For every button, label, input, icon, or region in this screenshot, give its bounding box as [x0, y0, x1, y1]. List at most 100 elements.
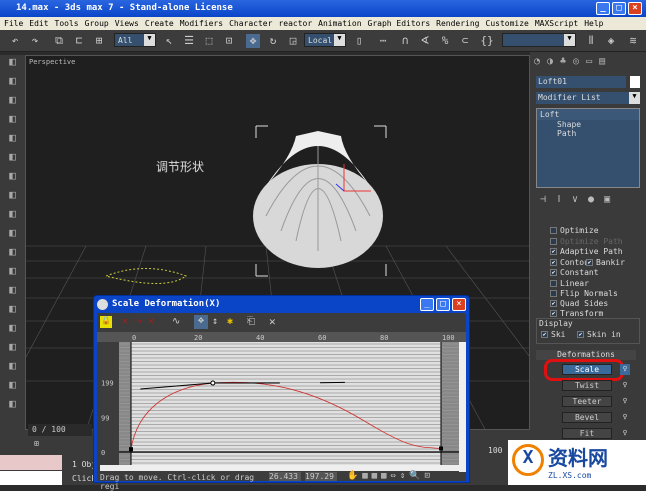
ringwave-icon[interactable]: ◧	[0, 359, 25, 378]
region-select-icon[interactable]: ⬚	[202, 34, 216, 48]
menu-modifiers[interactable]: Modifiers	[180, 19, 223, 28]
skin-checkbox[interactable]: ✔Ski	[541, 330, 565, 339]
dialog-maximize-button[interactable]: □	[436, 298, 450, 311]
menu-views[interactable]: Views	[115, 19, 139, 28]
link-icon[interactable]: ⧉	[52, 34, 66, 48]
deformation-fit-button[interactable]: Fit	[562, 428, 612, 439]
oiltank-icon[interactable]: ◧	[0, 321, 25, 340]
frame-spinner[interactable]: 100	[488, 446, 502, 455]
keyboard-shortcut-icon[interactable]: ⋯	[376, 34, 390, 48]
option-checkbox[interactable]: ✔Transform	[550, 309, 603, 318]
stack-item-loft[interactable]: Loft	[537, 109, 639, 120]
cylinder-icon[interactable]: ◧	[0, 74, 25, 93]
cone-icon[interactable]: ◧	[0, 150, 25, 169]
key-icon[interactable]: ⊞	[34, 439, 39, 448]
move-control-point-icon[interactable]: ✥	[194, 315, 208, 329]
toggle-fit-bulb-icon[interactable]: ♀	[620, 428, 630, 439]
deformation-graph[interactable]: 020406080100199990	[97, 332, 466, 472]
pivot-center-icon[interactable]: ▯	[352, 34, 366, 48]
teapot-icon[interactable]: ◧	[0, 264, 25, 283]
toggle-teeter-bulb-icon[interactable]: ♀	[620, 396, 630, 407]
toggle-scale-bulb-icon[interactable]: ♀	[620, 364, 630, 375]
torus-icon[interactable]: ◧	[0, 131, 25, 150]
menu-character[interactable]: Character	[229, 19, 272, 28]
chamfer-icon[interactable]: ◧	[0, 340, 25, 359]
reset-curve-icon[interactable]: ⎗	[247, 316, 255, 327]
menu-reactor[interactable]: reactor	[278, 19, 312, 28]
menu-edit[interactable]: Edit	[29, 19, 48, 28]
view-nav-icons[interactable]: ✋▦▦▦⇔⇕🔍⊡	[347, 471, 434, 481]
menu-animation[interactable]: Animation	[318, 19, 361, 28]
menu-file[interactable]: File	[4, 19, 23, 28]
tube-icon[interactable]: ◧	[0, 169, 25, 188]
option-checkbox[interactable]: ✔Constant	[550, 268, 599, 277]
menu-group[interactable]: Group	[85, 19, 109, 28]
gengon-icon[interactable]: ◧	[0, 283, 25, 302]
modifier-list-dropdown[interactable]: Modifier List▼	[536, 92, 640, 104]
option-checkbox[interactable]: Optimize Path	[550, 237, 623, 246]
select-icon[interactable]: ↖	[162, 34, 176, 48]
prism-icon[interactable]: ◧	[0, 226, 25, 245]
angle-snap-icon[interactable]: ∢	[418, 34, 432, 48]
layer-icon[interactable]: ≋	[626, 34, 640, 48]
option-checkbox[interactable]: ✔Contou	[550, 258, 589, 267]
select-by-name-icon[interactable]: ☰	[182, 34, 196, 48]
maximize-button[interactable]: □	[612, 2, 626, 15]
snap-toggle-icon[interactable]: ∩	[398, 34, 412, 48]
menu-rendering[interactable]: Rendering	[436, 19, 479, 28]
redo-icon[interactable]: ↷	[28, 34, 42, 48]
mirror-icon[interactable]: ⫴	[584, 34, 598, 48]
make-symmetrical-icon[interactable]: ∿	[172, 316, 180, 327]
stack-item-path[interactable]: Path	[537, 129, 639, 138]
option-checkbox[interactable]: Flip Normals	[550, 289, 618, 298]
menu-create[interactable]: Create	[145, 19, 174, 28]
deformation-scale-button[interactable]: Scale	[562, 364, 612, 375]
edit-named-selection-icon[interactable]: {}	[480, 34, 494, 48]
option-checkbox[interactable]: Linear	[550, 279, 589, 288]
maxscript-input[interactable]	[0, 471, 62, 485]
menu-graph-editors[interactable]: Graph Editors	[368, 19, 431, 28]
minimize-button[interactable]: _	[596, 2, 610, 15]
plane-icon[interactable]: ◧	[0, 207, 25, 226]
menu-help[interactable]: Help	[584, 19, 603, 28]
insert-corner-point-icon[interactable]: ✱	[227, 316, 233, 327]
pyramid-icon[interactable]: ◧	[0, 188, 25, 207]
panel-tabs[interactable]: ◔◑♣◎▭▤	[534, 56, 612, 67]
dialog-minimize-button[interactable]: _	[420, 298, 434, 311]
skin-in-shaded-checkbox[interactable]: ✔Skin in	[577, 330, 621, 339]
hose-icon[interactable]: ◧	[0, 378, 25, 397]
object-name-field[interactable]: Loft01	[536, 76, 626, 88]
curve-tools-icons[interactable]: ✕ ⤳ ✕	[122, 316, 154, 327]
bind-space-warp-icon[interactable]: ⊞	[92, 34, 106, 48]
toggle-bevel-bulb-icon[interactable]: ♀	[620, 412, 630, 423]
sphere-icon[interactable]: ◧	[0, 112, 25, 131]
move-icon[interactable]: ✥	[246, 34, 260, 48]
spinner-snap-icon[interactable]: ⊂	[458, 34, 472, 48]
hedra-icon[interactable]: ◧	[0, 245, 25, 264]
stack-item-shape[interactable]: Shape	[537, 120, 639, 129]
align-icon[interactable]: ◈	[604, 34, 618, 48]
delete-control-point-icon[interactable]: ✕	[269, 315, 276, 328]
spindle-icon[interactable]: ◧	[0, 302, 25, 321]
named-selection-dropdown[interactable]: ▼	[502, 33, 576, 47]
dialog-close-button[interactable]: ×	[452, 298, 466, 311]
capsule-icon[interactable]: ◧	[0, 93, 25, 112]
menu-tools[interactable]: Tools	[55, 19, 79, 28]
toggle-twist-bulb-icon[interactable]: ♀	[620, 380, 630, 391]
option-checkbox[interactable]: ✔Bankir	[586, 258, 625, 267]
option-checkbox[interactable]: Optimize	[550, 226, 599, 235]
object-color-swatch[interactable]	[630, 76, 640, 88]
unlink-icon[interactable]: ⊏	[72, 34, 86, 48]
lock-aspect-icon[interactable]: 🔒	[100, 316, 112, 328]
stack-tools[interactable]: ⊣ǀ∨●▣	[540, 194, 620, 205]
scale-icon[interactable]: ◲	[286, 34, 300, 48]
close-button[interactable]: ×	[628, 2, 642, 15]
box-icon[interactable]: ◧	[0, 55, 25, 74]
deformation-teeter-button[interactable]: Teeter	[562, 396, 612, 407]
maxscript-listener[interactable]	[0, 455, 62, 470]
scale-control-point-icon[interactable]: ↕	[212, 316, 218, 327]
deformation-bevel-button[interactable]: Bevel	[562, 412, 612, 423]
menu-maxscript[interactable]: MAXScript	[535, 19, 578, 28]
coord-system-dropdown[interactable]: Local▼	[304, 33, 346, 47]
time-slider[interactable]: 0 / 100	[28, 424, 92, 436]
